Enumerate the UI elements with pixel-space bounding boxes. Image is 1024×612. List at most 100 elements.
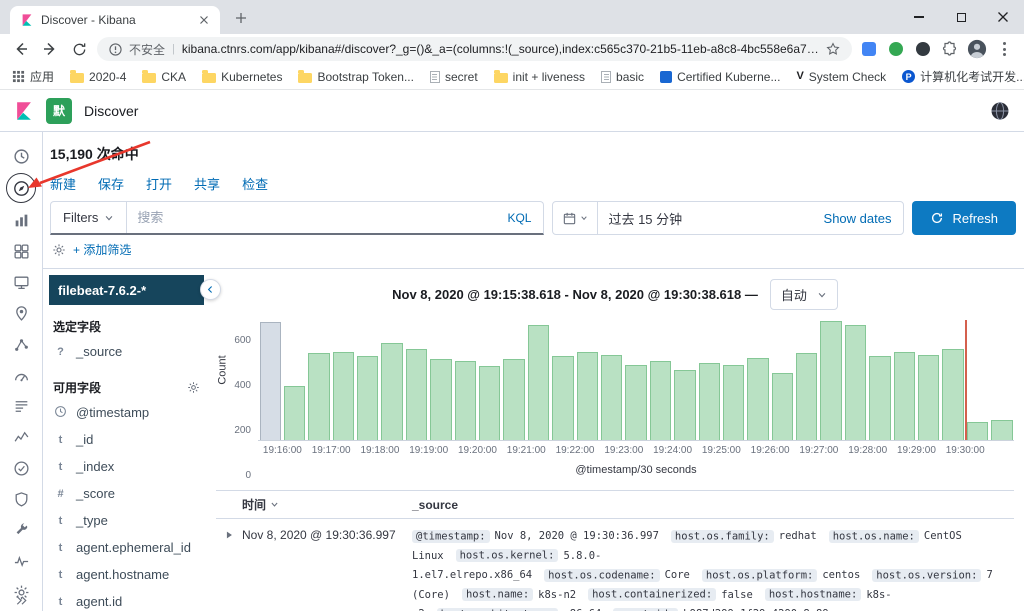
time-column-header[interactable]: 时间 bbox=[242, 496, 412, 513]
histogram-bar[interactable] bbox=[942, 349, 964, 440]
filters-button[interactable]: Filters bbox=[51, 202, 128, 233]
histogram-bar[interactable] bbox=[844, 324, 867, 440]
extension-icon-dark[interactable] bbox=[913, 39, 933, 59]
nav-metrics-icon[interactable] bbox=[7, 361, 35, 389]
profile-avatar[interactable] bbox=[967, 39, 987, 59]
expand-row-icon[interactable] bbox=[216, 527, 242, 611]
window-close-button[interactable] bbox=[982, 0, 1024, 34]
filter-settings-gear-icon[interactable] bbox=[52, 243, 66, 257]
extension-icon-blue[interactable] bbox=[859, 39, 879, 59]
field-settings-gear-icon[interactable] bbox=[187, 381, 200, 394]
histogram-bar[interactable] bbox=[283, 385, 306, 440]
field-item-_source[interactable]: ? _source bbox=[49, 338, 204, 365]
nav-dev-tools-icon[interactable] bbox=[7, 516, 35, 544]
histogram-bar[interactable] bbox=[771, 372, 794, 440]
refresh-button[interactable]: Refresh bbox=[912, 201, 1016, 235]
extension-icon-green[interactable] bbox=[886, 39, 906, 59]
field-item-@timestamp[interactable]: @timestamp bbox=[49, 399, 204, 426]
nav-recently-viewed-icon[interactable] bbox=[7, 142, 35, 170]
calendar-icon[interactable] bbox=[553, 202, 599, 234]
histogram-bar[interactable] bbox=[527, 324, 550, 440]
histogram-bar[interactable] bbox=[259, 321, 281, 440]
histogram-bar[interactable] bbox=[722, 365, 745, 440]
bookmark-item[interactable]: 应用 bbox=[12, 68, 54, 85]
search-input[interactable] bbox=[127, 210, 496, 225]
field-item-agent.id[interactable]: t agent.id bbox=[49, 588, 204, 611]
help-icon[interactable] bbox=[990, 101, 1010, 121]
menu-link-共享[interactable]: 共享 bbox=[194, 174, 220, 193]
bookmark-item[interactable]: Certified Kuberne... bbox=[660, 70, 780, 84]
kql-toggle[interactable]: KQL bbox=[495, 211, 543, 225]
bookmark-item[interactable]: Bootstrap Token... bbox=[298, 69, 414, 84]
histogram-bar[interactable] bbox=[503, 358, 525, 440]
histogram-bar[interactable] bbox=[625, 365, 647, 440]
bookmark-item[interactable]: 2020-4 bbox=[70, 69, 126, 84]
histogram-bar[interactable] bbox=[869, 356, 891, 440]
tab-close-icon[interactable] bbox=[198, 14, 210, 26]
histogram-bar[interactable] bbox=[966, 421, 989, 440]
nav-discover-icon[interactable] bbox=[6, 173, 36, 203]
nav-machine-learning-icon[interactable] bbox=[7, 330, 35, 358]
nav-dashboard-icon[interactable] bbox=[7, 237, 35, 265]
field-item-_id[interactable]: t _id bbox=[49, 426, 204, 453]
histogram-bar[interactable] bbox=[308, 352, 330, 440]
histogram-bar[interactable] bbox=[381, 343, 403, 440]
bookmark-item[interactable]: basic bbox=[601, 70, 644, 84]
nav-collapse-icon[interactable] bbox=[0, 593, 42, 608]
extensions-puzzle-icon[interactable] bbox=[940, 39, 960, 59]
window-minimize-button[interactable] bbox=[898, 0, 940, 34]
not-secure-icon[interactable] bbox=[109, 42, 122, 56]
histogram-bar[interactable] bbox=[820, 320, 842, 440]
browser-tab[interactable]: Discover - Kibana bbox=[10, 6, 220, 34]
collapse-sidebar-button[interactable] bbox=[200, 279, 221, 300]
bookmark-item[interactable]: secret bbox=[429, 70, 478, 84]
field-item-_index[interactable]: t _index bbox=[49, 453, 204, 480]
histogram-bar[interactable] bbox=[405, 349, 428, 440]
field-item-agent.ephemeral_id[interactable]: t agent.ephemeral_id bbox=[49, 534, 204, 561]
histogram-bar[interactable] bbox=[454, 360, 477, 440]
back-icon[interactable] bbox=[10, 38, 32, 60]
index-pattern-selector[interactable]: filebeat-7.6.2-* bbox=[49, 275, 204, 305]
nav-siem-icon[interactable] bbox=[7, 485, 35, 513]
histogram-bar[interactable] bbox=[796, 352, 818, 440]
menu-link-检查[interactable]: 检查 bbox=[242, 174, 268, 193]
bookmark-item[interactable]: CKA bbox=[142, 69, 186, 84]
histogram-bar[interactable] bbox=[430, 358, 452, 440]
interval-select[interactable]: 自动 bbox=[769, 279, 838, 310]
histogram-bar[interactable] bbox=[674, 370, 696, 440]
histogram-bar[interactable] bbox=[479, 365, 501, 440]
histogram-bar[interactable] bbox=[747, 358, 769, 440]
window-maximize-button[interactable] bbox=[940, 0, 982, 34]
histogram-bar[interactable] bbox=[576, 352, 598, 440]
nav-maps-icon[interactable] bbox=[7, 299, 35, 327]
nav-logs-icon[interactable] bbox=[7, 392, 35, 420]
histogram-bar[interactable] bbox=[552, 356, 574, 440]
bookmark-item[interactable]: V System Check bbox=[796, 70, 886, 84]
menu-link-打开[interactable]: 打开 bbox=[146, 174, 172, 193]
histogram-bar[interactable] bbox=[649, 360, 672, 440]
menu-link-新建[interactable]: 新建 bbox=[50, 174, 76, 193]
nav-stack-monitoring-icon[interactable] bbox=[7, 547, 35, 575]
kibana-logo[interactable] bbox=[14, 101, 34, 121]
field-item-_type[interactable]: t _type bbox=[49, 507, 204, 534]
histogram-bar[interactable] bbox=[918, 354, 940, 440]
histogram-bar[interactable] bbox=[893, 352, 916, 440]
reload-icon[interactable] bbox=[68, 38, 90, 60]
show-dates-link[interactable]: Show dates bbox=[824, 211, 904, 226]
chrome-menu-icon[interactable] bbox=[994, 39, 1014, 59]
bookmark-item[interactable]: P 计算机化考试开发... bbox=[902, 68, 1024, 85]
url-bar[interactable]: 不安全 | kibana.ctnrs.com/app/kibana#/disco… bbox=[97, 37, 852, 61]
field-item-agent.hostname[interactable]: t agent.hostname bbox=[49, 561, 204, 588]
bookmark-item[interactable]: Kubernetes bbox=[202, 69, 282, 84]
histogram-bar[interactable] bbox=[332, 352, 355, 440]
nav-apm-icon[interactable] bbox=[7, 423, 35, 451]
histogram-bar[interactable] bbox=[600, 354, 623, 440]
sort-caret-icon[interactable] bbox=[270, 500, 279, 509]
new-tab-button[interactable] bbox=[228, 5, 254, 31]
bookmark-item[interactable]: init + liveness bbox=[493, 69, 585, 84]
space-badge[interactable]: 默 bbox=[46, 97, 72, 124]
add-filter-link[interactable]: + 添加筛选 bbox=[73, 241, 131, 258]
field-item-_score[interactable]: # _score bbox=[49, 480, 204, 507]
histogram-bar[interactable] bbox=[698, 363, 720, 440]
nav-visualize-icon[interactable] bbox=[7, 206, 35, 234]
